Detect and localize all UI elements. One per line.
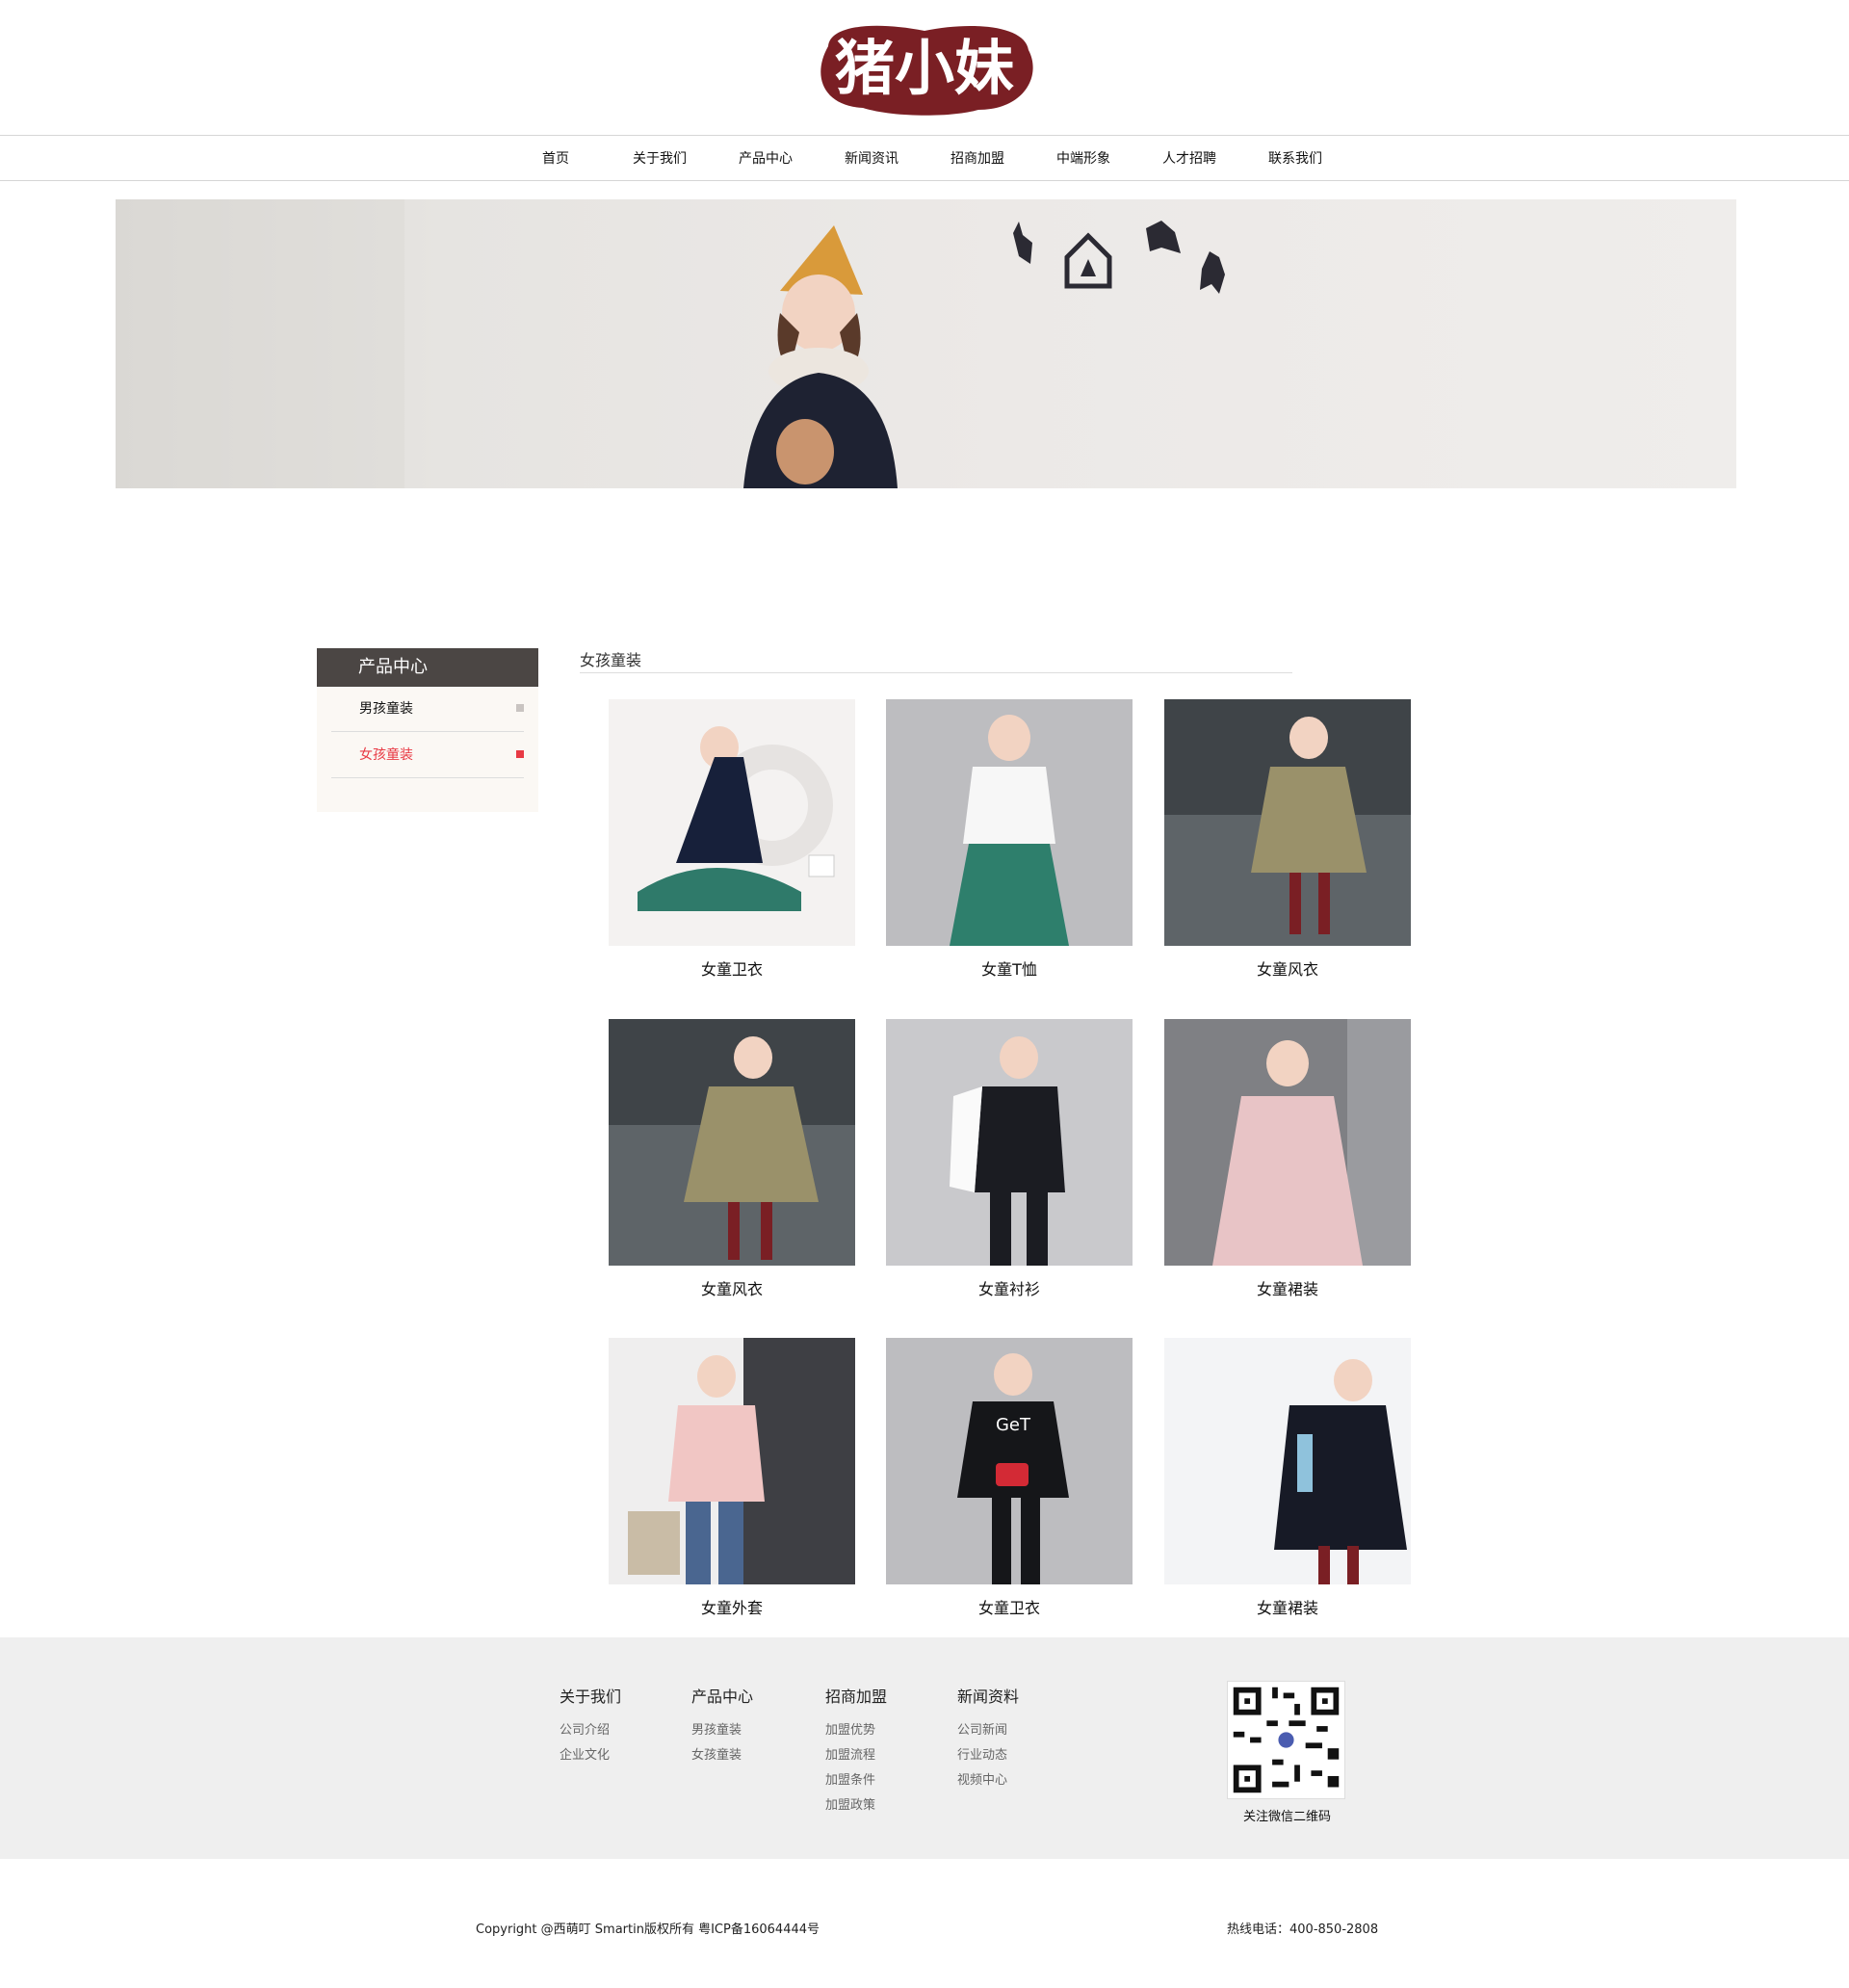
hero-banner	[116, 199, 1736, 488]
product-name: 女童卫衣	[977, 1599, 1040, 1617]
product-photo	[1164, 1338, 1411, 1584]
footer-heading: 产品中心	[691, 1687, 754, 1706]
footer-link[interactable]: 加盟流程	[825, 1743, 887, 1768]
product-photo	[609, 1019, 855, 1266]
wechat-qr-code	[1227, 1681, 1345, 1799]
brand-logo[interactable]: 猪小妹	[807, 17, 1043, 118]
product-name: 女童风衣	[700, 1280, 763, 1298]
footer-link[interactable]: 女孩童装	[691, 1743, 753, 1768]
banner-illustration	[116, 199, 1225, 488]
product-name: 女童风衣	[1256, 960, 1318, 979]
product-photo	[886, 1019, 1133, 1266]
sidebar-item-label: 女孩童装	[359, 747, 413, 763]
nav-item-news[interactable]: 新闻资讯	[843, 148, 900, 168]
product-card[interactable]: GeT 女童卫衣	[886, 1338, 1133, 1627]
nav-list: 首页 关于我们 产品中心 新闻资讯 招商加盟 中端形象 人才招聘 联系我们	[530, 136, 1324, 180]
copyright-text: Copyright @西萌叮 Smartin版权所有 粤ICP备16064444…	[476, 1923, 820, 1937]
category-heading: 女孩童装	[580, 647, 1292, 673]
product-photo	[609, 699, 855, 946]
footer-link[interactable]: 公司新闻	[957, 1718, 1019, 1743]
svg-text:GeT: GeT	[996, 1415, 1031, 1435]
product-name: 女童裙装	[1256, 1280, 1318, 1298]
product-name: 女童裙装	[1256, 1599, 1318, 1617]
product-name: 女童卫衣	[700, 960, 763, 979]
product-photo: GeT	[886, 1338, 1133, 1584]
product-photo	[1164, 699, 1411, 946]
footer-link[interactable]: 加盟优势	[825, 1718, 887, 1743]
sidebar-item-girls[interactable]: 女孩童装	[331, 733, 524, 778]
product-card[interactable]: 女童风衣	[1164, 699, 1411, 988]
qr-caption: 关注微信二维码	[1242, 1810, 1331, 1824]
footer-heading: 招商加盟	[825, 1687, 888, 1706]
main-nav: 首页 关于我们 产品中心 新闻资讯 招商加盟 中端形象 人才招聘 联系我们	[0, 135, 1849, 181]
footer-link[interactable]: 企业文化	[560, 1743, 621, 1768]
nav-item-home[interactable]: 首页	[530, 148, 582, 168]
product-photo	[886, 699, 1133, 946]
product-card[interactable]: 女童风衣	[609, 1019, 855, 1308]
nav-item-products[interactable]: 产品中心	[737, 148, 794, 168]
footer-heading: 新闻资料	[957, 1687, 1020, 1706]
site-footer: 关于我们 公司介绍 企业文化 产品中心 男孩童装 女孩童装 招商加盟 加盟优势 …	[0, 1637, 1849, 1859]
product-name: 女童T恤	[981, 960, 1037, 979]
footer-col-about: 关于我们 公司介绍 企业文化	[560, 1684, 621, 1768]
footer-link[interactable]: 加盟政策	[825, 1793, 887, 1818]
product-name: 女童外套	[700, 1599, 763, 1617]
nav-item-franchise[interactable]: 招商加盟	[949, 148, 1006, 168]
product-card[interactable]: 女童衬衫	[886, 1019, 1133, 1308]
product-photo	[1164, 1019, 1411, 1266]
footer-link[interactable]: 男孩童装	[691, 1718, 753, 1743]
banner-child-figure	[743, 225, 898, 488]
footer-col-franchise: 招商加盟 加盟优势 加盟流程 加盟条件 加盟政策	[825, 1684, 887, 1818]
sidebar-title: 产品中心	[317, 648, 538, 687]
footer-col-products: 产品中心 男孩童装 女孩童装	[691, 1684, 753, 1768]
svg-text:猪小妹: 猪小妹	[835, 33, 1014, 103]
product-name: 女童衬衫	[977, 1280, 1040, 1298]
nav-item-careers[interactable]: 人才招聘	[1160, 148, 1218, 168]
product-grid: 女童卫衣 女童T恤 女童风衣 女童风衣 女童衬衫 女童裙装 女童外套 GeT 女…	[609, 699, 1411, 1653]
wall-decor-icon	[1013, 221, 1225, 294]
sidebar-item-boys[interactable]: 男孩童装	[331, 687, 524, 732]
footer-link[interactable]: 行业动态	[957, 1743, 1019, 1768]
footer-link[interactable]: 公司介绍	[560, 1718, 621, 1743]
qr-code-icon	[1228, 1682, 1344, 1798]
footer-link[interactable]: 加盟条件	[825, 1768, 887, 1793]
footer-col-news: 新闻资料 公司新闻 行业动态 视频中心	[957, 1684, 1019, 1793]
product-card[interactable]: 女童裙装	[1164, 1338, 1411, 1627]
sidebar-item-label: 男孩童装	[359, 701, 413, 717]
site-header: 猪小妹	[0, 0, 1849, 135]
hotline-text: 热线电话：400-850-2808	[1227, 1923, 1379, 1937]
nav-item-image[interactable]: 中端形象	[1055, 148, 1112, 168]
product-card[interactable]: 女童外套	[609, 1338, 855, 1627]
arrow-icon	[516, 704, 524, 712]
product-card[interactable]: 女童T恤	[886, 699, 1133, 988]
product-card[interactable]: 女童裙装	[1164, 1019, 1411, 1308]
nav-item-about[interactable]: 关于我们	[631, 148, 689, 168]
category-sidebar: 产品中心 男孩童装 女孩童装	[317, 648, 538, 812]
product-card[interactable]: 女童卫衣	[609, 699, 855, 988]
footer-heading: 关于我们	[560, 1687, 622, 1706]
arrow-icon	[516, 750, 524, 758]
nav-item-contact[interactable]: 联系我们	[1266, 148, 1324, 168]
footer-link[interactable]: 视频中心	[957, 1768, 1019, 1793]
product-photo	[609, 1338, 855, 1584]
